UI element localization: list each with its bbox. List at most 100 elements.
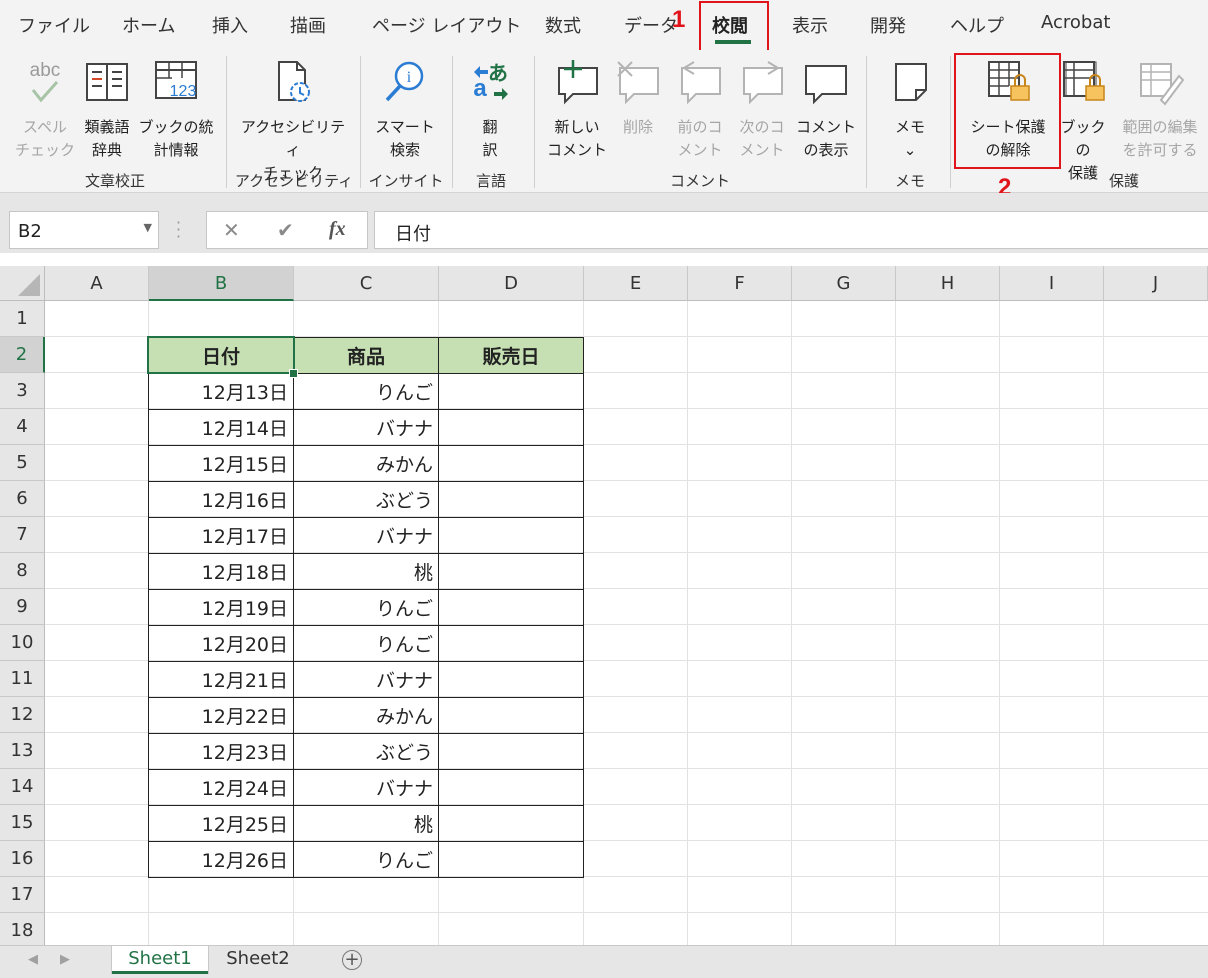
- cell-sale-date[interactable]: [438, 769, 584, 806]
- tab-acrobat[interactable]: Acrobat: [1041, 12, 1110, 33]
- tab-developer[interactable]: 開発: [870, 12, 906, 38]
- row-header[interactable]: 10: [0, 625, 45, 661]
- enter-check-icon[interactable]: ✔: [277, 218, 294, 242]
- row-header[interactable]: 12: [0, 697, 45, 733]
- tab-data[interactable]: データ: [624, 12, 678, 38]
- spelling-button[interactable]: abc スペル チェック: [14, 58, 76, 162]
- row-header[interactable]: 6: [0, 481, 45, 517]
- row-header[interactable]: 7: [0, 517, 45, 553]
- cell-product[interactable]: りんご: [293, 589, 439, 626]
- row-header[interactable]: 11: [0, 661, 45, 697]
- header-sale-date[interactable]: 販売日: [438, 337, 584, 374]
- cell-sale-date[interactable]: [438, 805, 584, 842]
- notes-button[interactable]: メモ ⌄: [880, 58, 940, 162]
- chevron-down-icon[interactable]: ▼: [144, 221, 152, 234]
- cell-date[interactable]: 12月24日: [148, 769, 294, 806]
- cell-product[interactable]: バナナ: [293, 661, 439, 698]
- column-header-g[interactable]: G: [792, 266, 896, 301]
- cell-date[interactable]: 12月25日: [148, 805, 294, 842]
- row-header[interactable]: 4: [0, 409, 45, 445]
- cell-product[interactable]: りんご: [293, 373, 439, 410]
- column-header-b[interactable]: B: [149, 266, 294, 301]
- cell-date[interactable]: 12月20日: [148, 625, 294, 662]
- header-product[interactable]: 商品: [293, 337, 439, 374]
- scroll-right-icon[interactable]: ▶: [60, 952, 70, 967]
- column-header-c[interactable]: C: [294, 266, 439, 301]
- cell-date[interactable]: 12月16日: [148, 481, 294, 518]
- tab-view[interactable]: 表示: [792, 12, 828, 38]
- tab-formulas[interactable]: 数式: [545, 12, 581, 38]
- cell-sale-date[interactable]: [438, 481, 584, 518]
- scroll-left-icon[interactable]: ◀: [28, 952, 38, 967]
- sheet-tab-sheet2[interactable]: Sheet2: [212, 946, 304, 974]
- cell-sale-date[interactable]: [438, 661, 584, 698]
- delete-comment-button[interactable]: 削除: [612, 58, 664, 139]
- cell-product[interactable]: ぶどう: [293, 481, 439, 518]
- previous-comment-button[interactable]: 前のコ メント: [670, 58, 730, 162]
- row-header[interactable]: 13: [0, 733, 45, 769]
- cell-date[interactable]: 12月18日: [148, 553, 294, 590]
- row-header[interactable]: 18: [0, 913, 45, 949]
- cell-date[interactable]: 12月15日: [148, 445, 294, 482]
- accessibility-check-button[interactable]: アクセシビリティ チェック: [236, 58, 350, 185]
- row-header[interactable]: 14: [0, 769, 45, 805]
- cell-date[interactable]: 12月26日: [148, 841, 294, 878]
- thesaurus-button[interactable]: 類義語 辞典: [76, 58, 138, 162]
- cell-date[interactable]: 12月21日: [148, 661, 294, 698]
- row-header[interactable]: 8: [0, 553, 45, 589]
- cell-product[interactable]: りんご: [293, 841, 439, 878]
- cell-sale-date[interactable]: [438, 553, 584, 590]
- column-header-f[interactable]: F: [688, 266, 792, 301]
- protect-workbook-button[interactable]: ブックの 保護: [1056, 58, 1110, 185]
- cell-product[interactable]: 桃: [293, 553, 439, 590]
- cell-sale-date[interactable]: [438, 625, 584, 662]
- cell-date[interactable]: 12月13日: [148, 373, 294, 410]
- cell-sale-date[interactable]: [438, 409, 584, 446]
- row-header[interactable]: 3: [0, 373, 45, 409]
- cell-sale-date[interactable]: [438, 841, 584, 878]
- tab-help[interactable]: ヘルプ: [950, 12, 1004, 38]
- cell-product[interactable]: みかん: [293, 697, 439, 734]
- cell-product[interactable]: 桃: [293, 805, 439, 842]
- row-header[interactable]: 9: [0, 589, 45, 625]
- formula-input[interactable]: 日付: [374, 211, 1208, 249]
- row-header[interactable]: 5: [0, 445, 45, 481]
- fill-handle[interactable]: [289, 369, 298, 378]
- row-header[interactable]: 17: [0, 877, 45, 913]
- cell-date[interactable]: 12月19日: [148, 589, 294, 626]
- tab-draw[interactable]: 描画: [290, 12, 326, 38]
- cell-sale-date[interactable]: [438, 445, 584, 482]
- cell-product[interactable]: バナナ: [293, 409, 439, 446]
- allow-edit-ranges-button[interactable]: 範囲の編集 を許可する: [1114, 58, 1206, 162]
- row-header[interactable]: 2: [0, 337, 45, 373]
- formula-bar-grip-icon[interactable]: · · ·: [176, 215, 181, 245]
- workbook-statistics-button[interactable]: 123 ブックの統 計情報: [138, 58, 214, 162]
- add-sheet-icon[interactable]: +: [342, 950, 362, 970]
- cell-product[interactable]: バナナ: [293, 769, 439, 806]
- cell-sale-date[interactable]: [438, 697, 584, 734]
- translate-button[interactable]: a あ 翻 訳: [462, 58, 518, 162]
- cell-product[interactable]: バナナ: [293, 517, 439, 554]
- cell-date[interactable]: 12月22日: [148, 697, 294, 734]
- cell-date[interactable]: 12月17日: [148, 517, 294, 554]
- new-comment-button[interactable]: 新しい コメント: [544, 58, 610, 162]
- insert-function-icon[interactable]: fx: [329, 218, 346, 241]
- header-date[interactable]: 日付: [148, 337, 294, 374]
- row-header[interactable]: 1: [0, 301, 45, 337]
- column-header-a[interactable]: A: [45, 266, 149, 301]
- column-header-d[interactable]: D: [439, 266, 584, 301]
- cell-date[interactable]: 12月23日: [148, 733, 294, 770]
- cell-sale-date[interactable]: [438, 589, 584, 626]
- spreadsheet-grid[interactable]: A B C D E F G H I J 1 2 3 4 5 6 7 8 9 10…: [0, 266, 1208, 949]
- cell-product[interactable]: ぶどう: [293, 733, 439, 770]
- column-header-h[interactable]: H: [896, 266, 1000, 301]
- column-header-i[interactable]: I: [1000, 266, 1104, 301]
- sheet-tab-sheet1[interactable]: Sheet1: [112, 946, 208, 974]
- next-comment-button[interactable]: 次のコ メント: [732, 58, 792, 162]
- tab-home[interactable]: ホーム: [122, 12, 175, 38]
- cancel-icon[interactable]: ✕: [223, 218, 240, 242]
- tab-file[interactable]: ファイル: [18, 12, 90, 38]
- row-header[interactable]: 16: [0, 841, 45, 877]
- cell-product[interactable]: みかん: [293, 445, 439, 482]
- cell-date[interactable]: 12月14日: [148, 409, 294, 446]
